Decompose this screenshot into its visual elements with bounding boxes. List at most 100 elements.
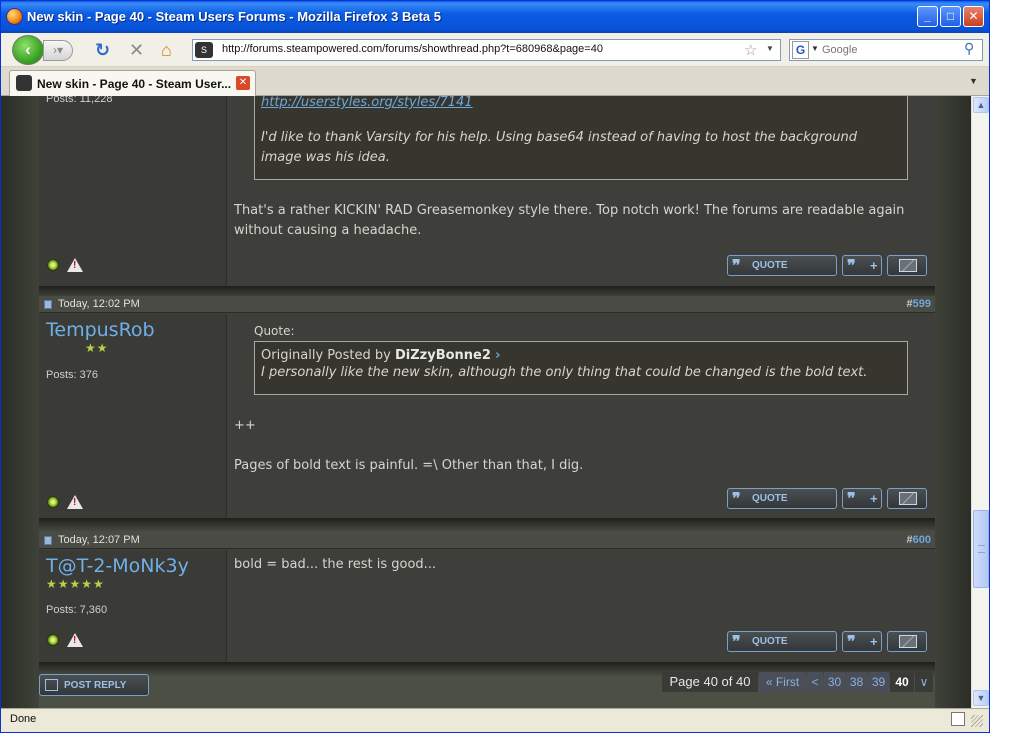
quote-marks-icon: ❞ bbox=[847, 632, 856, 651]
multi-quote-button[interactable]: ❞ + bbox=[842, 631, 882, 652]
quote-text: I personally like the new skin, although… bbox=[261, 365, 868, 380]
url-text[interactable]: http://forums.steampowered.com/forums/sh… bbox=[222, 43, 603, 55]
report-post-icon[interactable] bbox=[67, 495, 83, 509]
posts-count: Posts: 11,228 bbox=[46, 96, 113, 105]
window-title: New skin - Page 40 - Steam Users Forums … bbox=[27, 9, 441, 24]
quote-box: http://userstyles.org/styles/7141 I'd li… bbox=[254, 96, 908, 180]
page-content: Posts: 11,228 http://userstyles.org/styl… bbox=[1, 96, 971, 708]
post-number-value[interactable]: 599 bbox=[913, 298, 931, 310]
online-status-icon bbox=[47, 496, 59, 508]
google-engine-icon[interactable]: G bbox=[792, 41, 809, 59]
quote-box: Originally Posted by DiZzyBonne2 › I per… bbox=[254, 341, 908, 395]
close-window-button[interactable]: ✕ bbox=[963, 6, 984, 27]
post-doc-icon bbox=[44, 300, 52, 309]
reply-icon bbox=[45, 679, 58, 691]
page-prev[interactable]: < bbox=[807, 672, 823, 692]
engine-dropdown-icon[interactable]: ▼ bbox=[811, 44, 819, 53]
post-header: Today, 12:02 PM #599 bbox=[39, 296, 935, 313]
multi-quote-button[interactable]: ❞ + bbox=[842, 255, 882, 276]
rank-stars: ★★ bbox=[85, 341, 109, 355]
post-number[interactable]: #600 bbox=[907, 534, 931, 546]
home-icon[interactable]: ⌂ bbox=[161, 40, 172, 60]
report-post-icon[interactable] bbox=[67, 258, 83, 272]
tab-close-icon[interactable]: ✕ bbox=[236, 76, 250, 90]
page-38[interactable]: 38 bbox=[846, 672, 867, 692]
private-message-button[interactable] bbox=[887, 631, 927, 652]
page-jump-menu[interactable]: ∨ bbox=[915, 672, 933, 692]
private-message-button[interactable] bbox=[887, 488, 927, 509]
quote-button[interactable]: ❞ QUOTE bbox=[727, 255, 837, 276]
post-separator bbox=[39, 518, 935, 533]
reload-icon[interactable]: ↻ bbox=[95, 40, 110, 60]
vertical-scrollbar[interactable]: ▲ ▼ bbox=[971, 96, 989, 708]
post-body: bold = bad... the rest is good... ❞ QUOT… bbox=[228, 550, 935, 666]
steam-favicon-icon: S bbox=[195, 42, 213, 58]
stop-icon[interactable]: ✕ bbox=[129, 40, 144, 60]
private-message-button[interactable] bbox=[887, 255, 927, 276]
quote-text: I'd like to thank Varsity for his help. … bbox=[261, 130, 857, 165]
maximize-button[interactable]: □ bbox=[940, 6, 961, 27]
online-status-icon bbox=[47, 259, 59, 271]
page-border-left bbox=[1, 96, 39, 708]
forward-button[interactable]: ›▾ bbox=[43, 40, 73, 61]
rank-stars: ★★★★★ bbox=[46, 577, 105, 591]
quote-marks-icon: ❞ bbox=[732, 489, 741, 508]
quote-button-label: QUOTE bbox=[752, 493, 788, 504]
navigation-toolbar: ‹ ›▾ ↻ ✕ ⌂ S http://forums.steampowered.… bbox=[1, 33, 989, 67]
scroll-thumb[interactable] bbox=[973, 510, 989, 588]
post-user-pane: T@T-2-MoNk3y ★★★★★ Posts: 7,360 bbox=[39, 550, 227, 666]
page-first[interactable]: « First bbox=[759, 672, 806, 692]
envelope-icon bbox=[899, 635, 917, 648]
username[interactable]: TempusRob bbox=[46, 319, 155, 341]
page-39[interactable]: 39 bbox=[868, 672, 889, 692]
quote-marks-icon: ❞ bbox=[732, 256, 741, 275]
post-number-value[interactable]: 600 bbox=[913, 534, 931, 546]
post-600: Today, 12:07 PM #600 T@T-2-MoNk3y ★★★★★ … bbox=[39, 532, 935, 666]
plus-label: + bbox=[870, 634, 878, 649]
quote-button-label: QUOTE bbox=[752, 260, 788, 271]
username[interactable]: T@T-2-MoNk3y bbox=[46, 555, 189, 577]
view-post-arrow-icon[interactable]: › bbox=[495, 348, 500, 363]
multi-quote-button[interactable]: ❞ + bbox=[842, 488, 882, 509]
quote-marks-icon: ❞ bbox=[847, 256, 856, 275]
tab-list-icon[interactable]: ▼ bbox=[969, 76, 978, 86]
post-user-pane: TempusRob ★★ Posts: 376 bbox=[39, 314, 227, 518]
search-bar[interactable]: G ▼ ⚲ bbox=[789, 39, 983, 61]
quote-author[interactable]: DiZzyBonne2 bbox=[395, 348, 491, 363]
tab-bar: New skin - Page 40 - Steam User... ✕ ▼ bbox=[1, 67, 989, 96]
page-30[interactable]: 30 bbox=[824, 672, 845, 692]
post-text-line: Pages of bold text is painful. =\ Other … bbox=[234, 458, 584, 473]
post-599: Today, 12:02 PM #599 TempusRob ★★ Posts:… bbox=[39, 296, 935, 518]
url-dropdown-icon[interactable]: ▼ bbox=[766, 44, 774, 53]
scroll-down-button[interactable]: ▼ bbox=[973, 690, 989, 706]
scroll-up-button[interactable]: ▲ bbox=[973, 97, 989, 113]
post-doc-icon bbox=[44, 536, 52, 545]
plus-label: + bbox=[870, 258, 878, 273]
post-text: bold = bad... the rest is good... bbox=[234, 557, 437, 572]
report-post-icon[interactable] bbox=[67, 633, 83, 647]
post-text-line: ++ bbox=[234, 418, 256, 433]
quote-origin: Originally Posted by DiZzyBonne2 › bbox=[261, 348, 901, 363]
minimize-button[interactable]: _ bbox=[917, 6, 938, 27]
page-indicator: Page 40 of 40 bbox=[662, 672, 758, 692]
quote-button-label: QUOTE bbox=[752, 636, 788, 647]
edit-page-icon[interactable] bbox=[951, 712, 965, 726]
search-input[interactable] bbox=[822, 42, 962, 58]
quote-link[interactable]: http://userstyles.org/styles/7141 bbox=[261, 96, 901, 110]
quote-button[interactable]: ❞ QUOTE bbox=[727, 488, 837, 509]
status-bar: Done bbox=[1, 708, 989, 732]
resize-grip[interactable] bbox=[971, 715, 983, 727]
post-body: Quote: Originally Posted by DiZzyBonne2 … bbox=[228, 314, 935, 518]
url-bar[interactable]: S http://forums.steampowered.com/forums/… bbox=[192, 39, 781, 61]
title-bar: New skin - Page 40 - Steam Users Forums … bbox=[1, 1, 989, 33]
back-button[interactable]: ‹ bbox=[12, 35, 44, 65]
search-icon[interactable]: ⚲ bbox=[964, 40, 974, 57]
tab-new-skin[interactable]: New skin - Page 40 - Steam User... ✕ bbox=[9, 70, 256, 96]
quote-origin-prefix: Originally Posted by bbox=[261, 348, 391, 363]
quote-button[interactable]: ❞ QUOTE bbox=[727, 631, 837, 652]
envelope-icon bbox=[899, 259, 917, 272]
quote-marks-icon: ❞ bbox=[732, 632, 741, 651]
bookmark-star-icon[interactable]: ☆ bbox=[744, 41, 757, 59]
post-reply-button[interactable]: POST REPLY bbox=[39, 674, 149, 696]
post-number[interactable]: #599 bbox=[907, 298, 931, 310]
